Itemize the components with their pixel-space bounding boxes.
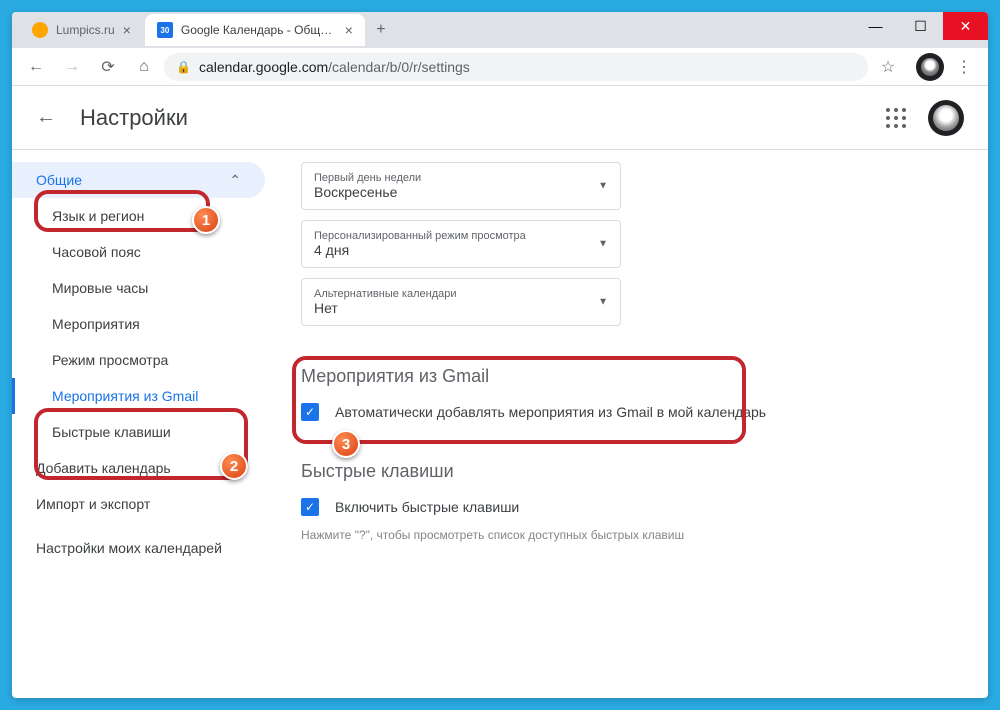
tab-lumpics[interactable]: Lumpics.ru ×: [20, 14, 143, 46]
checkbox-label: Включить быстрые клавиши: [335, 499, 519, 515]
chevron-down-icon: ⌄: [229, 460, 241, 477]
sidebar-group-general[interactable]: Общие ⌃: [12, 162, 265, 198]
sidebar-item-shortcuts[interactable]: Быстрые клавиши: [12, 414, 265, 450]
close-tab-icon[interactable]: ×: [123, 22, 131, 38]
sidebar-label: Часовой пояс: [52, 244, 141, 260]
star-button[interactable]: ☆: [872, 51, 904, 83]
browser-menu-button[interactable]: ⋮: [948, 51, 980, 83]
tab-title: Google Календарь - Общие нас: [181, 23, 337, 37]
maximize-button[interactable]: ☐: [898, 12, 943, 40]
sidebar-item-import-export[interactable]: Импорт и экспорт: [12, 486, 265, 522]
settings-main: Первый день недели Воскресенье ▼ Персона…: [277, 150, 988, 690]
checkbox-row-enable-shortcuts[interactable]: ✓ Включить быстрые клавиши: [301, 498, 964, 516]
select-first-day[interactable]: Первый день недели Воскресенье ▼: [301, 162, 621, 210]
url-input[interactable]: 🔒 calendar.google.com/calendar/b/0/r/set…: [164, 53, 868, 81]
chevron-up-icon: ⌃: [229, 172, 241, 189]
checkbox-row-auto-add[interactable]: ✓ Автоматически добавлять мероприятия из…: [301, 403, 964, 421]
section-gmail-events: Мероприятия из Gmail ✓ Автоматически доб…: [301, 366, 964, 421]
favicon-lumpics: [32, 22, 48, 38]
sidebar-item-gmail-events[interactable]: Мероприятия из Gmail: [12, 378, 265, 414]
sidebar-label: Импорт и экспорт: [36, 496, 150, 512]
checkbox-checked-icon[interactable]: ✓: [301, 498, 319, 516]
reload-button[interactable]: ⟳: [92, 51, 124, 83]
dropdown-arrow-icon: ▼: [598, 239, 608, 250]
minimize-button[interactable]: —: [853, 12, 898, 40]
sidebar-item-timezone[interactable]: Часовой пояс: [12, 234, 265, 270]
select-value: Воскресенье: [314, 184, 608, 200]
close-tab-icon[interactable]: ×: [345, 22, 353, 38]
select-value: Нет: [314, 300, 608, 316]
forward-button[interactable]: →: [56, 51, 88, 83]
url-path: /calendar/b/0/r/settings: [328, 59, 470, 75]
checkbox-label: Автоматически добавлять мероприятия из G…: [335, 404, 766, 420]
tab-google-calendar[interactable]: 30 Google Календарь - Общие нас ×: [145, 14, 365, 46]
sidebar-label: Язык и регион: [52, 208, 144, 224]
sidebar-item-events[interactable]: Мероприятия: [12, 306, 265, 342]
sidebar-item-viewmode[interactable]: Режим просмотра: [12, 342, 265, 378]
sidebar-label: Режим просмотра: [52, 352, 168, 368]
dropdown-arrow-icon: ▼: [598, 297, 608, 308]
select-label: Первый день недели: [314, 172, 608, 184]
apps-grid-icon[interactable]: [884, 106, 908, 130]
close-window-button[interactable]: ✕: [943, 12, 988, 40]
new-tab-button[interactable]: +: [367, 16, 395, 44]
sidebar-label: Общие: [36, 172, 82, 188]
dropdown-arrow-icon: ▼: [598, 181, 608, 192]
url-domain: calendar.google.com: [199, 59, 328, 75]
sidebar-label: Быстрые клавиши: [52, 424, 171, 440]
sidebar-label: Добавить календарь: [36, 460, 171, 476]
sidebar-label: Мировые часы: [52, 280, 148, 296]
address-bar: ← → ⟳ ⌂ 🔒 calendar.google.com/calendar/b…: [12, 48, 988, 86]
lock-icon: 🔒: [176, 60, 191, 74]
settings-sidebar: Общие ⌃ Язык и регион Часовой пояс Миров…: [12, 150, 277, 690]
home-button[interactable]: ⌂: [128, 51, 160, 83]
tab-title: Lumpics.ru: [56, 23, 115, 37]
favicon-gcal: 30: [157, 22, 173, 38]
select-label: Персонализированный режим просмотра: [314, 230, 608, 242]
select-custom-view[interactable]: Персонализированный режим просмотра 4 дн…: [301, 220, 621, 268]
checkbox-checked-icon[interactable]: ✓: [301, 403, 319, 421]
tab-bar: Lumpics.ru × 30 Google Календарь - Общие…: [12, 12, 988, 48]
sidebar-section-my-calendars: Настройки моих календарей: [12, 522, 277, 564]
hint-text: Нажмите "?", чтобы просмотреть список до…: [301, 528, 964, 542]
section-shortcuts: Быстрые клавиши ✓ Включить быстрые клави…: [301, 461, 964, 542]
back-button[interactable]: ←: [20, 51, 52, 83]
settings-back-button[interactable]: ←: [36, 106, 56, 129]
sidebar-label: Мероприятия: [52, 316, 140, 332]
select-value: 4 дня: [314, 242, 608, 258]
sidebar-item-language[interactable]: Язык и регион: [12, 198, 265, 234]
sidebar-label: Мероприятия из Gmail: [52, 388, 198, 404]
app-header: ← Настройки: [12, 86, 988, 150]
browser-profile-button[interactable]: [916, 53, 944, 81]
section-title: Мероприятия из Gmail: [301, 366, 964, 387]
select-label: Альтернативные календари: [314, 288, 608, 300]
sidebar-item-worldclock[interactable]: Мировые часы: [12, 270, 265, 306]
page-title: Настройки: [80, 105, 188, 131]
account-avatar[interactable]: [928, 100, 964, 136]
select-alt-calendars[interactable]: Альтернативные календари Нет ▼: [301, 278, 621, 326]
section-title: Быстрые клавиши: [301, 461, 964, 482]
window-controls: — ☐ ✕: [853, 12, 988, 40]
sidebar-group-add-calendar[interactable]: Добавить календарь ⌄: [12, 450, 265, 486]
